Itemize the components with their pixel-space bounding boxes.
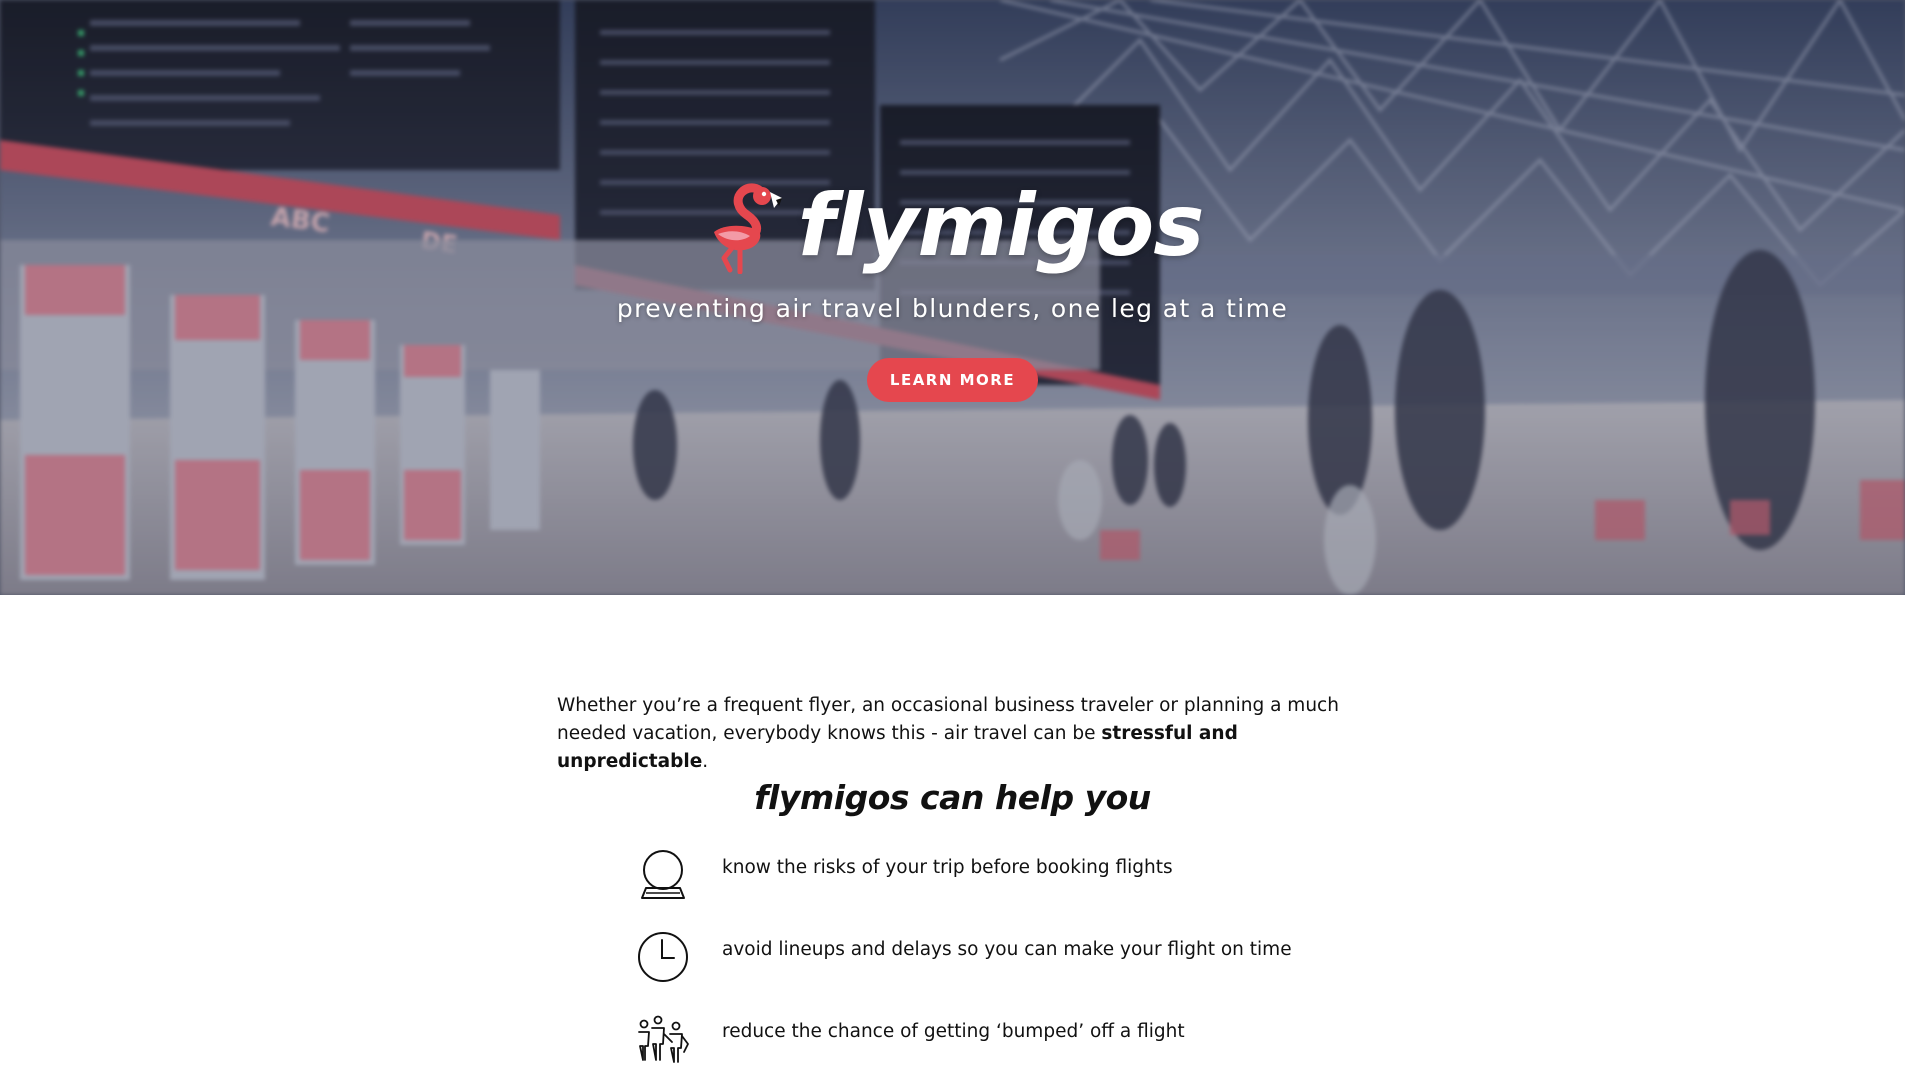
hero-tagline: preventing air travel blunders, one leg …: [616, 294, 1289, 323]
crystal-ball-icon: [641, 850, 685, 899]
benefit-text: reduce the chance of getting ‘bumped’ of…: [722, 1021, 1185, 1042]
flamingo-icon: [713, 183, 782, 274]
intro-text-end: .: [702, 751, 709, 772]
benefit-item: know the risks of your trip before booki…: [636, 848, 1336, 904]
people-bumped-icon: [638, 1015, 689, 1063]
brand-logo: flymigos: [0, 178, 1905, 274]
intro-paragraph: Whether you’re a frequent flyer, an occa…: [557, 692, 1357, 776]
benefit-text: know the risks of your trip before booki…: [722, 857, 1173, 878]
benefits-title: flymigos can help you: [754, 778, 1151, 817]
benefit-item: avoid lineups and delays so you can make…: [636, 930, 1336, 986]
benefit-item: reduce the chance of getting ‘bumped’ of…: [636, 1012, 1336, 1068]
brand-wordmark: flymigos: [797, 176, 1205, 276]
hero-banner: ABC DE: [0, 0, 1905, 595]
clock-icon: [638, 932, 688, 982]
benefit-text: avoid lineups and delays so you can make…: [722, 939, 1292, 960]
learn-more-button[interactable]: LEARN MORE: [867, 358, 1038, 402]
